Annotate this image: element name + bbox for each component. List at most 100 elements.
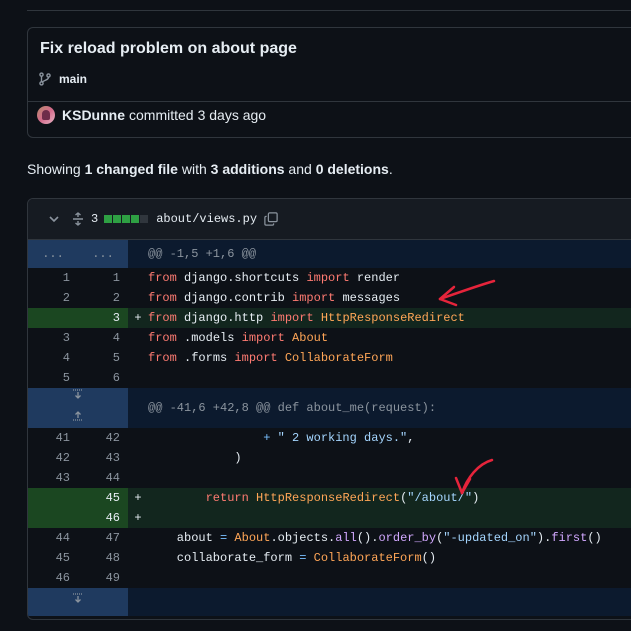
diff-block-2: 41 42 + " 2 working days.", 42 43 ) 43 44 45 + … (28, 428, 631, 588)
diff-line: 45 48 collaborate_form = CollaborateForm(… (28, 548, 631, 568)
diff-sign (128, 348, 148, 368)
summary-suffix: . (388, 161, 393, 177)
diff-line: 43 44 (28, 468, 631, 488)
expand-down-icon[interactable] (71, 388, 85, 408)
summary-files: 1 changed file (84, 161, 178, 177)
diff-line: 46 49 (28, 568, 631, 588)
new-line-number[interactable]: 42 (78, 428, 128, 448)
hunk-text: @@ -1,5 +1,6 @@ (148, 247, 257, 261)
file-name[interactable]: about/views.py (156, 212, 257, 226)
diff-line-added: 45 + return HttpResponseRedirect("/about/… (28, 488, 631, 508)
old-line-number[interactable]: 46 (28, 568, 78, 588)
commit-header: Fix reload problem on about page main KS… (27, 27, 631, 138)
diff-line-added: 46 + (28, 508, 631, 528)
top-divider (27, 10, 631, 11)
diff-summary: Showing 1 changed file with 3 additions … (27, 161, 393, 177)
branch-name[interactable]: main (59, 72, 87, 86)
old-line-number[interactable]: 2 (28, 288, 78, 308)
author-row: KSDunne committed 3 days ago (37, 106, 266, 124)
file-header: 3 about/views.py (28, 199, 631, 240)
author-name[interactable]: KSDunne (62, 107, 125, 123)
code-line: ) (148, 451, 242, 465)
old-line-number[interactable]: 45 (28, 548, 78, 568)
hunk-expander: @@ -41,6 +42,8 @@ def about_me(request): (28, 388, 631, 428)
diff-sign (128, 528, 148, 548)
change-count: 3 (91, 212, 99, 226)
diff-sign (128, 328, 148, 348)
code-line: about = About.objects.all().order_by("-u… (148, 531, 602, 545)
old-line-number[interactable]: 5 (28, 368, 78, 388)
new-line-number[interactable]: 46 (78, 508, 128, 528)
old-line-number[interactable]: 1 (28, 268, 78, 288)
code-line: + " 2 working days.", (263, 431, 415, 445)
old-line-number[interactable]: 42 (28, 448, 78, 468)
old-line-number[interactable]: 4 (28, 348, 78, 368)
hunk-right-ellipsis[interactable]: ... (78, 240, 128, 268)
new-line-number[interactable]: 1 (78, 268, 128, 288)
old-line-number[interactable] (28, 308, 78, 328)
diffstat-block (122, 215, 131, 223)
diff-sign (128, 428, 148, 448)
diff-line: 56 (28, 368, 631, 388)
new-line-number[interactable]: 49 (78, 568, 128, 588)
new-line-number[interactable]: 2 (78, 288, 128, 308)
diffstat-block (140, 215, 149, 223)
avatar[interactable] (37, 106, 55, 124)
commit-divider (28, 101, 631, 102)
summary-prefix: Showing (27, 161, 85, 177)
expand-down-icon[interactable] (71, 592, 85, 612)
diff-line: 3 4 from .models import About (28, 328, 631, 348)
hunk-left-ellipsis[interactable]: ... (28, 240, 78, 268)
diff-sign (128, 548, 148, 568)
diff-line: 41 42 + " 2 working days.", (28, 428, 631, 448)
summary-with: with (177, 161, 211, 177)
diff-block-1: 1 1 from django.shortcuts import render 2 2 f… (28, 268, 631, 388)
diff-line: 1 1 from django.shortcuts import render (28, 268, 631, 288)
copy-icon[interactable] (263, 211, 279, 227)
new-line-number[interactable]: 47 (78, 528, 128, 548)
diff-sign (128, 448, 148, 468)
old-line-number[interactable] (28, 508, 78, 528)
chevron-down-icon[interactable] (47, 212, 61, 226)
expand-up-icon[interactable] (71, 408, 85, 428)
new-line-number[interactable]: 4 (78, 328, 128, 348)
code-line: from django.shortcuts import render (148, 271, 401, 285)
diff-sign: + (134, 511, 142, 525)
new-line-number[interactable]: 48 (78, 548, 128, 568)
old-line-number[interactable] (28, 488, 78, 508)
code-line: from .forms import CollaborateForm (148, 351, 393, 365)
diff-line: 44 47 about = About.objects.all().order_b… (28, 528, 631, 548)
unfold-icon[interactable] (71, 212, 85, 226)
diff-sign: + (134, 311, 142, 325)
summary-and: and (284, 161, 316, 177)
code-line: return HttpResponseRedirect("/about/") (205, 491, 480, 505)
code-line: from django.http import HttpResponseRedi… (148, 311, 465, 325)
old-line-number[interactable]: 41 (28, 428, 78, 448)
git-branch-icon (38, 72, 52, 86)
diffstat-bar (104, 215, 149, 223)
diff-sign (128, 568, 148, 588)
new-line-number[interactable]: 5 (78, 348, 128, 368)
code-line: from django.contrib import messages (148, 291, 401, 305)
old-line-number[interactable]: 43 (28, 468, 78, 488)
diff-sign (128, 368, 148, 388)
expand-bottom-button[interactable] (28, 588, 128, 616)
new-line-number[interactable]: 6 (78, 368, 128, 388)
new-line-number[interactable]: 44 (78, 468, 128, 488)
diff-sign (128, 268, 148, 288)
diff-line-added: 3 + from django.http import HttpResponseRe… (28, 308, 631, 328)
new-line-number[interactable]: 43 (78, 448, 128, 468)
new-line-number[interactable]: 3 (78, 308, 128, 328)
expand-buttons[interactable] (28, 388, 128, 428)
diff-sign (128, 468, 148, 488)
old-line-number[interactable]: 44 (28, 528, 78, 548)
old-line-number[interactable]: 3 (28, 328, 78, 348)
summary-deletions: 0 deletions (315, 161, 389, 177)
file-diff: 3 about/views.py ... ... @@ -1,5 +1,6 @@… (27, 198, 631, 620)
commit-action: committed (129, 107, 194, 123)
diff-table: ... ... @@ -1,5 +1,6 @@ 1 1 from django.sh… (28, 240, 631, 616)
bottom-expander (28, 588, 631, 616)
diff-line: 2 2 from django.contrib import messages (28, 288, 631, 308)
branch-indicator[interactable]: main (38, 72, 87, 86)
new-line-number[interactable]: 45 (78, 488, 128, 508)
